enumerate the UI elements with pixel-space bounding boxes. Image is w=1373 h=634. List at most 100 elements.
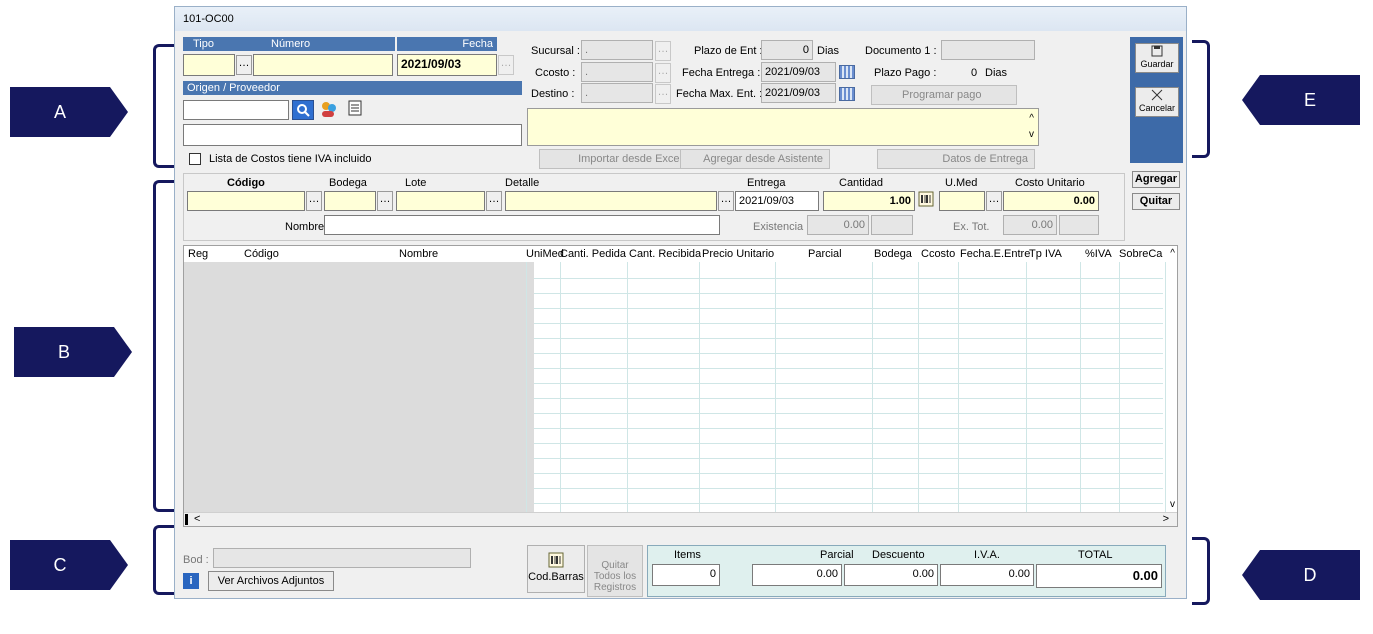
agregar-asistente-button[interactable]: Agregar desde Asistente: [680, 149, 830, 169]
entrega-input[interactable]: 2021/09/03: [735, 191, 819, 211]
ccosto-lookup-button[interactable]: …: [655, 63, 671, 83]
iva-value: 0.00: [940, 564, 1034, 586]
ver-archivos-button[interactable]: Ver Archivos Adjuntos: [208, 571, 334, 591]
cancelar-label: Cancelar: [1138, 103, 1176, 113]
ex-tot-extra: [1059, 215, 1099, 235]
search-proveedor-button[interactable]: [292, 100, 314, 120]
destino-lookup-button[interactable]: …: [655, 84, 671, 104]
bodega-input[interactable]: [324, 191, 376, 211]
info-icon[interactable]: i: [183, 573, 199, 589]
fecha-entrega-input[interactable]: 2021/09/03: [761, 62, 836, 82]
tipo-label: Tipo: [193, 38, 214, 50]
iva-checkbox-label: Lista de Costos tiene IVA incluido: [209, 153, 372, 165]
costo-unitario-label: Costo Unitario: [1015, 177, 1085, 189]
scrollbar-thumb[interactable]: [185, 514, 188, 525]
numero-input[interactable]: [253, 54, 393, 76]
calendar-icon[interactable]: [839, 65, 855, 79]
bodega-label: Bodega: [329, 177, 367, 189]
codigo-lookup-button[interactable]: …: [306, 191, 322, 211]
items-label: Items: [674, 549, 701, 561]
notes-area[interactable]: ^ v: [527, 108, 1039, 146]
scroll-up-icon[interactable]: ^: [1170, 248, 1175, 259]
sucursal-input[interactable]: .: [581, 40, 653, 60]
items-grid[interactable]: Reg Código Nombre UniMed Canti. Pedida C…: [183, 245, 1178, 527]
grid-row-line: [534, 473, 1163, 474]
programar-pago-label: Programar pago: [902, 89, 982, 101]
col-header-parcial[interactable]: Parcial: [808, 246, 842, 262]
cod-barras-button[interactable]: Cod.Barras: [527, 545, 585, 593]
umed-input[interactable]: [939, 191, 985, 211]
chevron-down-icon[interactable]: v: [1029, 129, 1034, 140]
sucursal-lookup-button[interactable]: …: [655, 41, 671, 61]
barcode-button[interactable]: [917, 191, 935, 211]
documento-input[interactable]: [941, 40, 1035, 60]
guardar-button[interactable]: Guardar: [1135, 43, 1179, 73]
grid-row-line: [534, 308, 1163, 309]
col-header-pct-iva[interactable]: %IVA: [1085, 246, 1112, 262]
users-icon: [322, 102, 336, 117]
document-icon: [348, 100, 362, 116]
detalle-lookup-button[interactable]: …: [718, 191, 734, 211]
umed-lookup-button[interactable]: …: [986, 191, 1002, 211]
quitar-todos-button[interactable]: Quitar Todos los Registros: [587, 545, 643, 597]
nombre-input[interactable]: [324, 215, 720, 235]
calendar-icon[interactable]: [839, 87, 855, 101]
bracket-b: [153, 180, 175, 512]
codigo-input[interactable]: [187, 191, 305, 211]
grid-row-line: [534, 428, 1163, 429]
importar-excel-button[interactable]: Importar desde Excel: [539, 149, 689, 169]
lote-lookup-button[interactable]: …: [486, 191, 502, 211]
grid-horizontal-scrollbar[interactable]: < >: [184, 512, 1177, 526]
plazo-ent-input[interactable]: 0: [761, 40, 813, 60]
proveedor-people-button[interactable]: [318, 100, 340, 120]
col-header-sobrecargo[interactable]: SobreCa: [1119, 246, 1163, 262]
lote-input[interactable]: [396, 191, 485, 211]
col-header-unimed[interactable]: UniMed: [526, 246, 564, 262]
costo-unitario-input[interactable]: 0.00: [1003, 191, 1099, 211]
descuento-value: 0.00: [844, 564, 938, 586]
chevron-up-icon[interactable]: ^: [1029, 113, 1034, 124]
detalle-input[interactable]: [505, 191, 717, 211]
tipo-lookup-button[interactable]: …: [236, 55, 252, 75]
col-header-bodega[interactable]: Bodega: [874, 246, 912, 262]
umed-label: U.Med: [945, 177, 978, 189]
ccosto-input[interactable]: .: [581, 62, 653, 82]
parcial-value: 0.00: [752, 564, 842, 586]
col-header-reg[interactable]: Reg: [188, 246, 208, 262]
proveedor-name-input[interactable]: [183, 124, 522, 146]
total-label: TOTAL: [1078, 549, 1113, 561]
scroll-left-icon[interactable]: <: [194, 513, 200, 525]
fecha-input[interactable]: 2021/09/03: [397, 54, 497, 76]
guardar-label: Guardar: [1140, 59, 1174, 69]
col-header-nombre[interactable]: Nombre: [399, 246, 438, 262]
cancelar-button[interactable]: Cancelar: [1135, 87, 1179, 117]
proveedor-doc-button[interactable]: [345, 100, 365, 120]
scroll-right-icon[interactable]: >: [1163, 513, 1169, 525]
quitar-button[interactable]: Quitar: [1132, 193, 1180, 210]
datos-entrega-button[interactable]: Datos de Entrega: [877, 149, 1035, 169]
agregar-button[interactable]: Agregar: [1132, 171, 1180, 188]
fecha-lookup-button[interactable]: …: [498, 55, 514, 75]
col-header-codigo[interactable]: Código: [244, 246, 279, 262]
iva-checkbox[interactable]: [189, 153, 201, 165]
col-header-canti-pedida[interactable]: Canti. Pedida: [560, 246, 626, 262]
bodega-lookup-button[interactable]: …: [377, 191, 393, 211]
tipo-input[interactable]: [183, 54, 235, 76]
col-header-precio-unitario[interactable]: Precio Unitario: [702, 246, 774, 262]
col-header-cant-recibida[interactable]: Cant. Recibida: [629, 246, 701, 262]
fecha-max-input[interactable]: 2021/09/03: [761, 83, 836, 103]
ex-tot-value: 0.00: [1003, 215, 1057, 235]
callout-b: B: [14, 327, 114, 377]
grid-col-line: [526, 262, 527, 526]
destino-input[interactable]: .: [581, 83, 653, 103]
agregar-label: Agregar: [1134, 173, 1178, 185]
programar-pago-button[interactable]: Programar pago: [871, 85, 1017, 105]
cantidad-input[interactable]: 1.00: [823, 191, 915, 211]
scroll-down-icon[interactable]: v: [1170, 499, 1175, 510]
col-header-fecha-e-entre[interactable]: Fecha.E.Entre: [960, 246, 1030, 262]
proveedor-input[interactable]: [183, 100, 289, 120]
grid-row-line: [534, 458, 1163, 459]
col-header-ccosto[interactable]: Ccosto: [921, 246, 955, 262]
ex-tot-label: Ex. Tot.: [953, 221, 990, 233]
col-header-tp-iva[interactable]: Tp IVA: [1029, 246, 1062, 262]
